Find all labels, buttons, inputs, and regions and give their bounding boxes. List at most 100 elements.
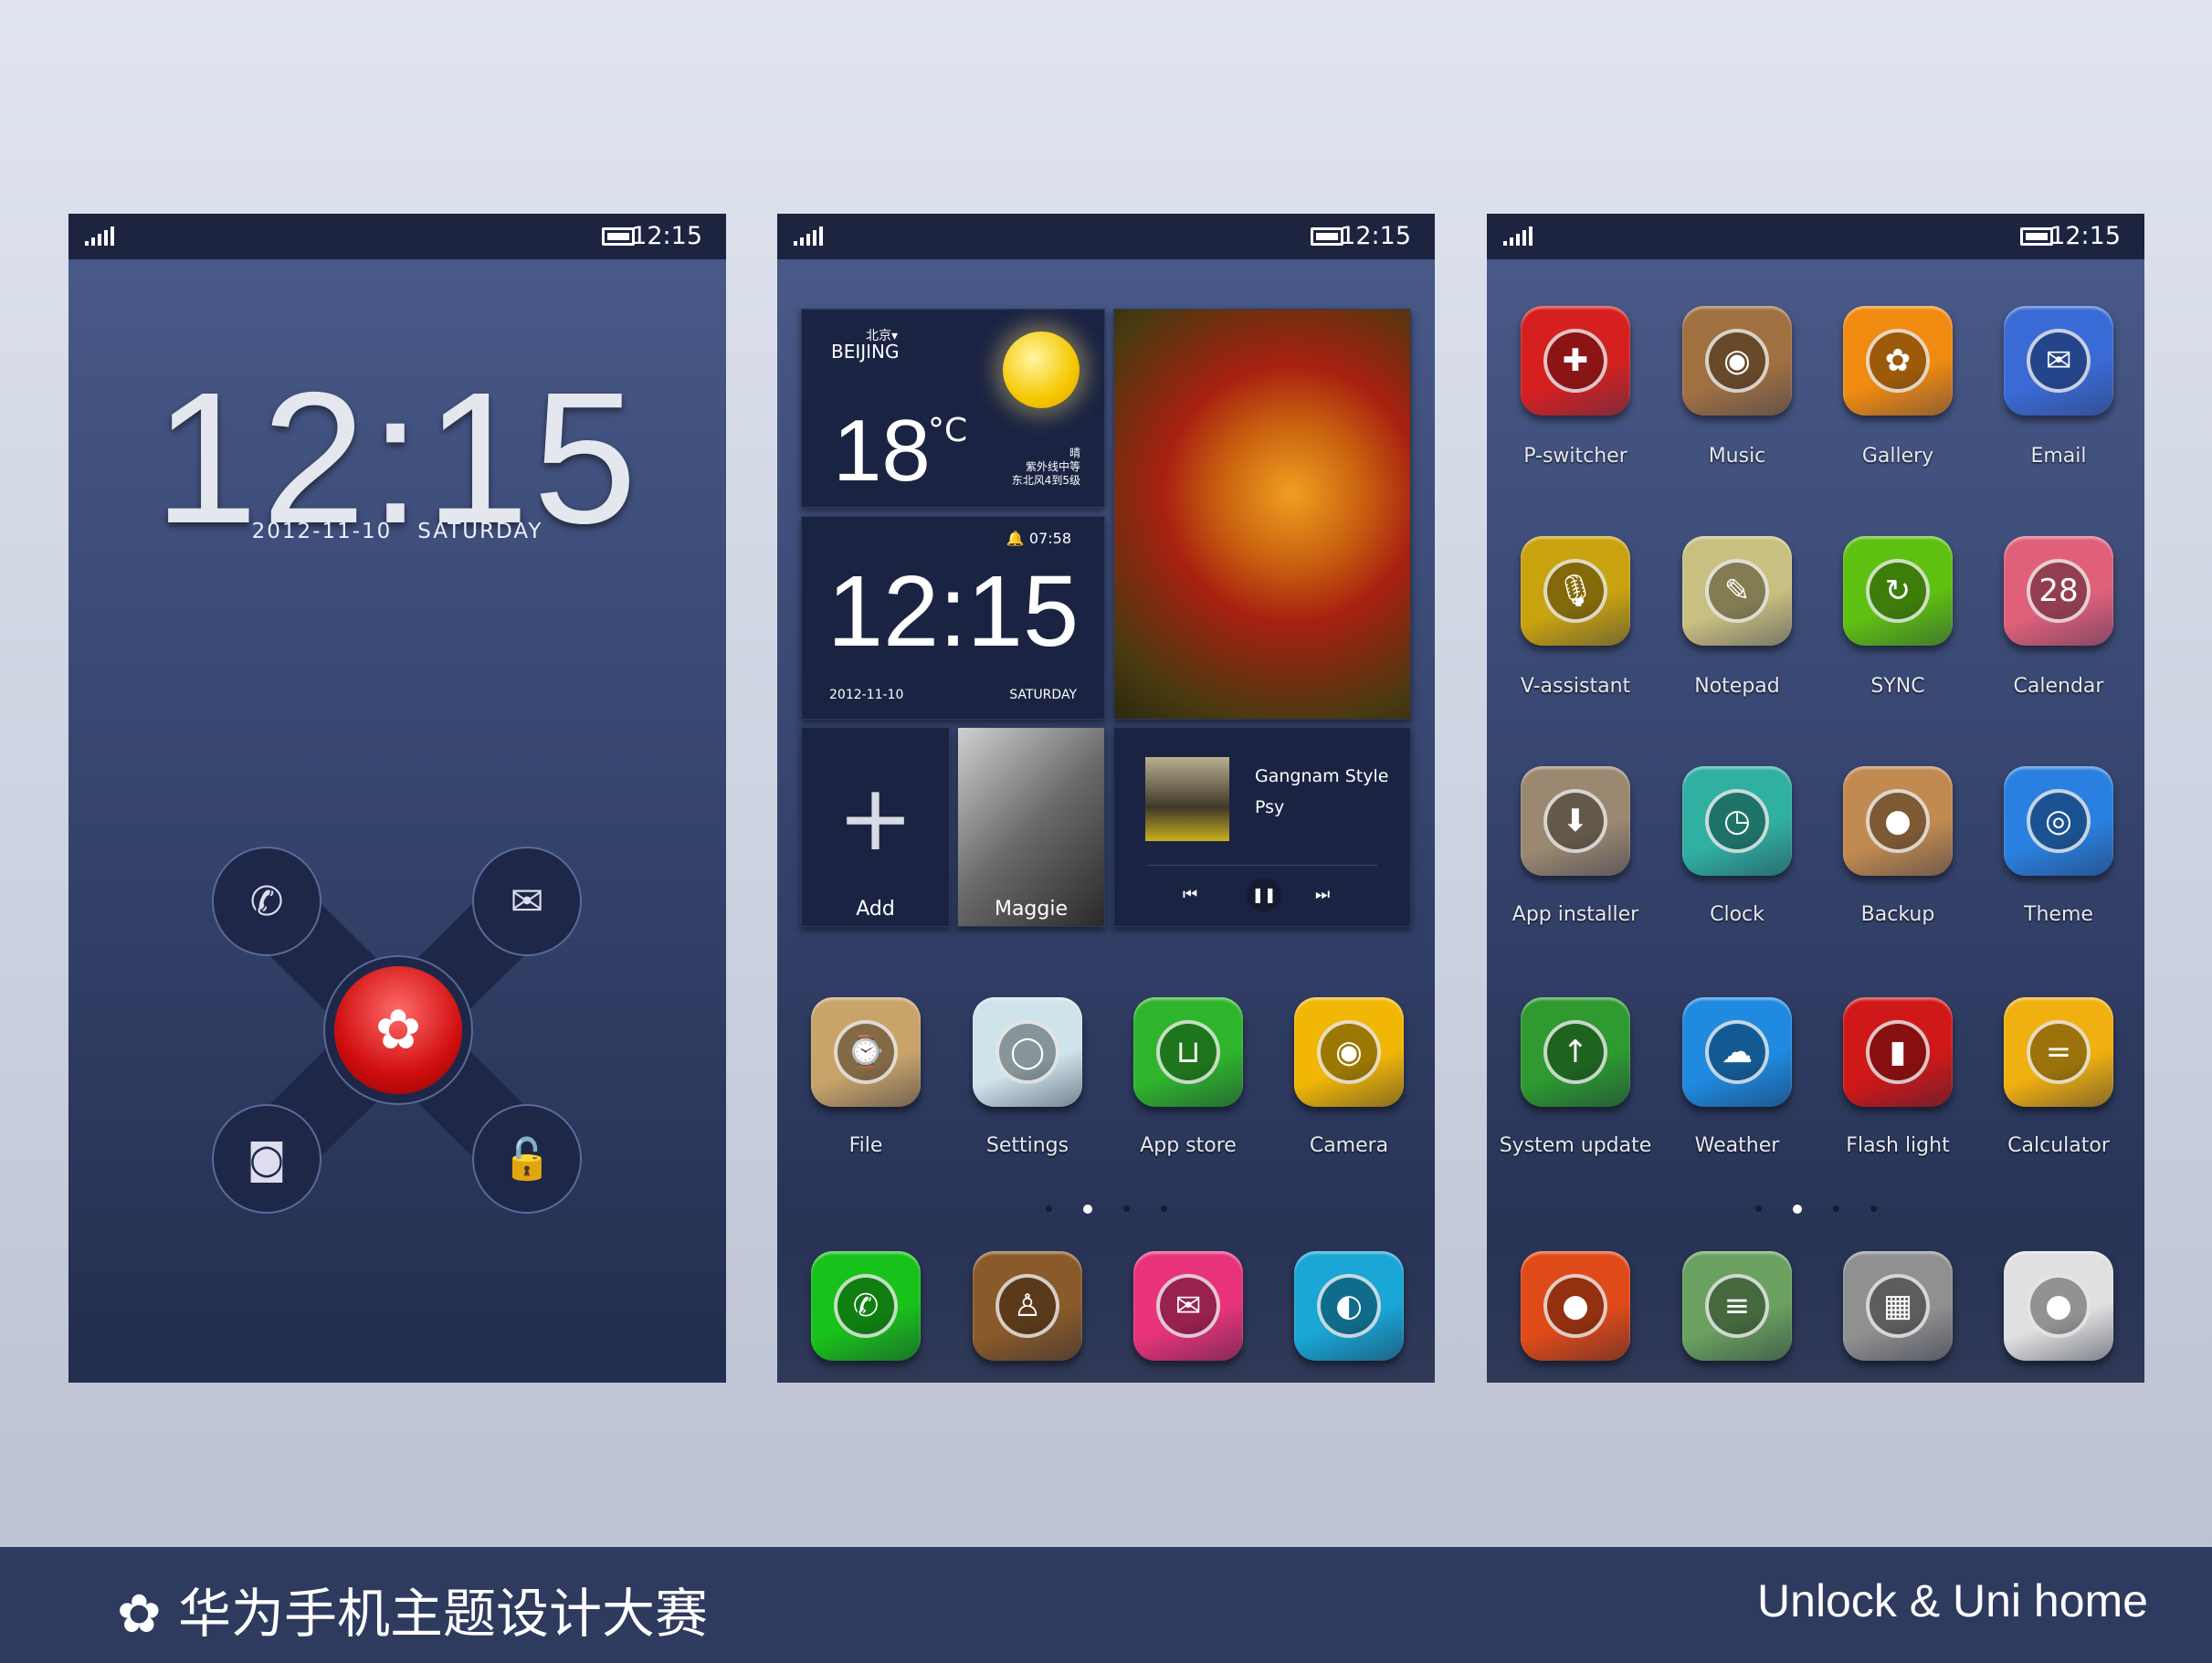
browser-icon: ◐ [1317,1274,1381,1338]
app-label: Settings [985,1134,1069,1157]
sync-app-icon[interactable]: ↻ [1843,536,1953,646]
tools-icon: ▦ [1866,1274,1930,1338]
v-assistant-app-icon[interactable]: 🎙 [1521,536,1630,646]
app-label: Camera [1309,1134,1389,1157]
flash-light-app-icon[interactable]: ▮ [1843,997,1953,1107]
battery-icon [1311,227,1343,246]
weather-city: BEIJING [831,341,900,363]
status-bar: 12:15 [68,214,726,259]
app-label: SYNC [1870,675,1925,698]
contacts-app-icon[interactable]: ♙ [973,1251,1082,1361]
next-button[interactable]: ⏭ [1315,885,1330,904]
weather-widget[interactable]: 北京▾ BEIJING 18 °C 晴紫外线中等 东北风4到5级 [801,309,1105,508]
app-label: Email [2030,445,2087,468]
app-label: Calendar [2013,675,2104,698]
home-phone: 12:15 北京▾ BEIJING 18 °C 晴紫外线中等 东北风4到5级 🔔 … [777,214,1435,1383]
email-app-icon[interactable]: ✉ [2004,306,2113,416]
gallery-icon: ✿ [1866,329,1930,393]
file-icon: ⌚ [834,1020,898,1084]
more-app-icon[interactable]: ● [2004,1251,2113,1361]
app-installer-icon: ⬇ [1543,789,1607,853]
battery-icon [2020,227,2053,246]
message-shortcut[interactable]: ✉ [472,847,582,956]
gallery-app-icon[interactable]: ✿ [1843,306,1953,416]
unlock-widget: ✆ ✉ ◙ 🔓 ✿ [212,847,582,1214]
contact-name: Maggie [994,898,1069,921]
status-bar: 12:15 [1487,214,2144,259]
app-label: Flash light [1846,1134,1950,1157]
sun-icon [1003,332,1080,408]
app-label: Clock [1710,903,1764,926]
plus-icon: + [837,764,914,871]
app-label: Backup [1860,903,1935,926]
app-store-app-icon[interactable]: ⊔ [1133,997,1243,1107]
app-label: Weather [1694,1134,1780,1157]
page-indicator [777,1205,1435,1214]
weather-icon: ☁ [1705,1020,1769,1084]
alarm-time: 🔔 07:58 [1006,530,1071,547]
weather-details: 晴紫外线中等 东北风4到5级 [1011,447,1080,487]
song-title: Gangnam Style [1255,766,1389,786]
pause-button[interactable]: ❚❚ [1247,878,1281,912]
radio-app-icon[interactable]: ≡ [1682,1251,1792,1361]
music-icon: ◉ [1705,329,1769,393]
theme-icon: ◎ [2027,789,2091,853]
phone-app-icon[interactable]: ✆ [811,1251,921,1361]
phone-shortcut[interactable]: ✆ [212,847,321,956]
weather-app-icon[interactable]: ☁ [1682,997,1792,1107]
add-widget-button[interactable]: + Add [801,727,950,927]
footer-brand: ✿ 华为手机主题设计大赛 [117,1583,709,1645]
app-label: Theme [2024,903,2093,926]
contacts-icon: ♙ [995,1274,1059,1338]
calendar-app-icon[interactable]: 28 [2004,536,2113,646]
camera-app-icon[interactable]: ◉ [1294,997,1404,1107]
calculator-icon: = [2027,1020,2091,1084]
calculator-app-icon[interactable]: = [2004,997,2113,1107]
huawei-logo-icon: ✿ [374,998,422,1062]
sync-icon: ↻ [1866,559,1930,623]
radio-icon: ≡ [1705,1274,1769,1338]
phone-icon: ✆ [834,1274,898,1338]
photo-widget[interactable] [1113,309,1411,720]
music-app-icon[interactable]: ◉ [1682,306,1792,416]
camera-icon: ◉ [1317,1020,1381,1084]
notepad-app-icon[interactable]: ✎ [1682,536,1792,646]
file-app-icon[interactable]: ⌚ [811,997,921,1107]
status-time: 12:15 [2049,222,2121,250]
app-label: V-assistant [1520,675,1631,698]
notepad-icon: ✎ [1705,559,1769,623]
messages-app-icon[interactable]: ✉ [1133,1251,1243,1361]
app-installer-app-icon[interactable]: ⬇ [1521,766,1630,876]
lock-date: 2012-11-10 SATURDAY [251,520,543,543]
huawei-unlock-handle[interactable]: ✿ [334,966,462,1094]
contact-widget[interactable]: Maggie [957,727,1105,927]
p-switcher-app-icon[interactable]: ✚ [1521,306,1630,416]
prev-button[interactable]: ⏮ [1183,885,1197,904]
app-label: Music [1708,445,1766,468]
signal-icon [794,226,823,246]
clock-widget[interactable]: 🔔 07:58 12:15 2012-11-10 SATURDAY [801,516,1105,720]
music-widget[interactable]: Gangnam Style Psy ⏮ ❚❚ ⏭ [1113,727,1411,927]
system-update-icon: ↑ [1543,1020,1607,1084]
recorder-app-icon[interactable]: ● [1521,1251,1630,1361]
flash-light-icon: ▮ [1866,1020,1930,1084]
camera-shortcut[interactable]: ◙ [212,1104,321,1214]
app-label: App store [1140,1134,1237,1157]
phone-icon: ✆ [249,878,284,925]
more-icon: ● [2027,1274,2091,1338]
tools-app-icon[interactable]: ▦ [1843,1251,1953,1361]
backup-app-icon[interactable]: ● [1843,766,1953,876]
huawei-logo-icon: ✿ [117,1583,162,1645]
clock-app-icon[interactable]: ◷ [1682,766,1792,876]
settings-app-icon[interactable]: ◯ [973,997,1082,1107]
status-time: 12:15 [631,222,702,250]
system-update-app-icon[interactable]: ↑ [1521,997,1630,1107]
unlock-icon: 🔓 [501,1136,553,1183]
unlock-shortcut[interactable]: 🔓 [472,1104,582,1214]
theme-app-icon[interactable]: ◎ [2004,766,2113,876]
browser-app-icon[interactable]: ◐ [1294,1251,1404,1361]
settings-icon: ◯ [995,1020,1059,1084]
app-label: Notepad [1694,675,1780,698]
signal-icon [1503,226,1533,246]
app-label: File [848,1134,883,1157]
